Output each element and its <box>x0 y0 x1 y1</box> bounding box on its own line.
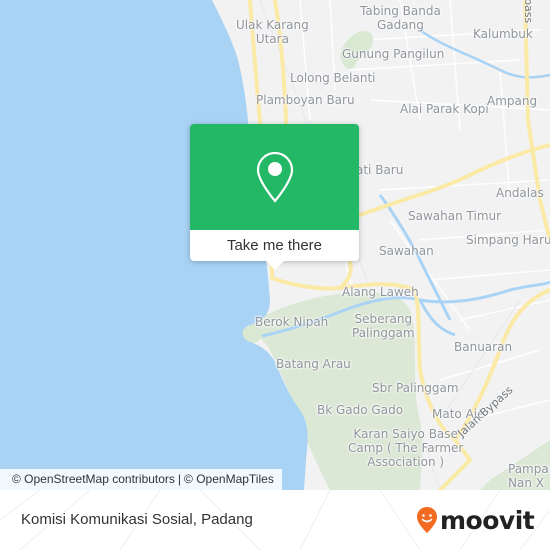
place-label-text: Pampar Nan X <box>508 462 550 490</box>
place-label: Alang Laweh <box>342 285 419 299</box>
place-label: Tabing Banda Gadang <box>360 4 441 32</box>
place-label: Kalumbuk <box>473 27 533 41</box>
place-label-text: Ulak Karang Utara <box>236 18 309 46</box>
place-label-text: Karan Saiyo Base Camp ( The Farmer Assoc… <box>348 427 464 469</box>
moovit-smiley-pin-icon <box>417 507 437 533</box>
place-label: Ulak Karang Utara <box>236 18 309 46</box>
place-label: Lolong Belanti <box>290 71 376 85</box>
map[interactable]: Tabing Banda Gadang Ulak Karang Utara Ka… <box>0 0 550 490</box>
place-label: Bk Gado Gado <box>317 403 404 417</box>
place-label: Sawahan Timur <box>408 209 502 223</box>
map-pin-icon <box>256 151 293 203</box>
map-attribution: © OpenStreetMap contributors | © OpenMap… <box>0 469 282 490</box>
moovit-wordmark: moovit <box>440 505 535 535</box>
place-label: Alai Parak Kopi <box>400 102 489 116</box>
take-me-there-button[interactable]: Take me there <box>190 230 359 261</box>
place-title: Komisi Komunikasi Sosial, Padang <box>21 511 253 528</box>
place-label: Ampang <box>487 94 538 108</box>
place-label: Plamboyan Baru <box>256 93 355 107</box>
location-popup: Take me there <box>190 124 359 270</box>
place-label: Andalas <box>496 186 544 200</box>
place-label: Sawahan <box>379 244 434 258</box>
popup-header <box>190 124 359 230</box>
footer: Komisi Komunikasi Sosial, Padang moovit <box>0 490 550 550</box>
place-label: Banuaran <box>454 340 513 354</box>
place-label: Sbr Palinggam <box>372 381 459 395</box>
osm-attribution-link[interactable]: © OpenStreetMap contributors <box>12 469 175 490</box>
attribution-separator: | <box>177 472 182 486</box>
place-label: Seberang Palinggam <box>352 312 415 340</box>
place-label: Simpang Haru <box>466 233 550 247</box>
place-label: Karan Saiyo Base Camp ( The Farmer Assoc… <box>348 427 463 469</box>
place-label: Gunung Pangilun <box>342 47 445 61</box>
place-label-text: Tabing Banda Gadang <box>360 4 441 32</box>
openmaptiles-attribution-link[interactable]: © OpenMapTiles <box>184 469 274 490</box>
road-label-bypass-top: pass <box>522 0 535 24</box>
place-label: ati Baru <box>356 163 404 177</box>
place-label: Pampar Nan X <box>508 462 550 490</box>
place-label: Berok Nipah <box>255 315 329 329</box>
moovit-logo[interactable]: moovit <box>416 504 535 536</box>
popup-tail <box>266 261 284 270</box>
place-label-text: Seberang Palinggam <box>352 312 415 340</box>
place-label: Batang Arau <box>276 357 351 371</box>
